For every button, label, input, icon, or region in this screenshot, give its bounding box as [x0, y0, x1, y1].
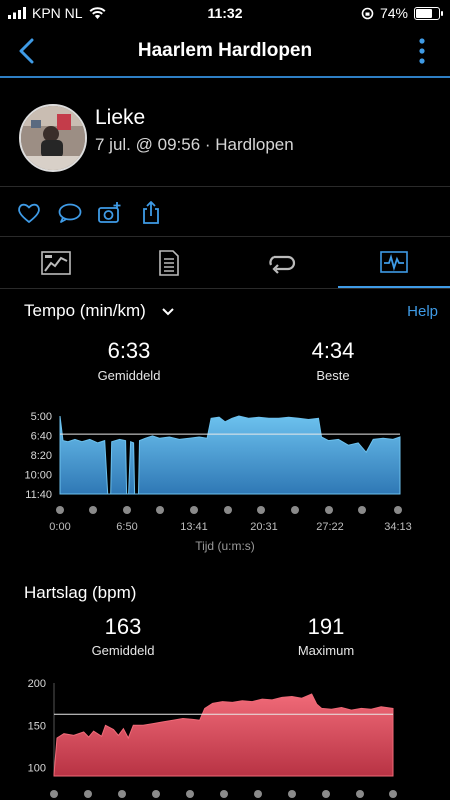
- x-tick-label: 13:41: [180, 521, 208, 533]
- x-axis-title: Tijd (u:m:s): [195, 539, 255, 553]
- tab-charts[interactable]: [337, 238, 450, 288]
- tab-details[interactable]: [113, 238, 226, 288]
- x-tick-dot: [156, 506, 164, 514]
- share-icon[interactable]: [138, 200, 164, 226]
- x-tick-dot: [186, 790, 194, 798]
- series-area: [53, 693, 394, 777]
- x-tick-dot: [322, 790, 330, 798]
- pace-title: Tempo (min/km): [24, 301, 146, 320]
- x-tick-dot: [84, 790, 92, 798]
- x-tick-dot: [288, 790, 296, 798]
- activity-header: Lieke 7 jul. @ 09:56 · Hardlopen: [0, 90, 450, 187]
- chart-icon: [379, 251, 408, 273]
- tab-laps[interactable]: [225, 238, 338, 288]
- more-options-button[interactable]: [418, 38, 426, 64]
- comment-icon[interactable]: [57, 200, 83, 226]
- y-tick-label: 100: [28, 763, 46, 775]
- heart-max-value: 191: [307, 614, 345, 639]
- battery-fill: [416, 8, 432, 18]
- action-bar: [0, 188, 450, 237]
- x-tick-dot: [358, 506, 366, 514]
- x-tick-dot: [56, 506, 64, 514]
- avatar[interactable]: [19, 104, 87, 172]
- status-bar: KPN NL 11:32 74%: [0, 0, 450, 26]
- y-tick-label: 6:40: [31, 431, 52, 443]
- y-tick-label: 8:20: [31, 450, 52, 462]
- y-tick-label: 200: [28, 678, 46, 690]
- x-tick-dot: [123, 506, 131, 514]
- x-tick-dot: [50, 790, 58, 798]
- x-tick-dot: [356, 790, 364, 798]
- heart-average-value: 163: [104, 614, 142, 639]
- battery-icon: [414, 6, 443, 20]
- heart-title: Hartslag (bpm): [24, 583, 137, 602]
- pace-average-label: Gemiddeld: [97, 368, 161, 383]
- x-tick-dot: [152, 790, 160, 798]
- athlete-name[interactable]: Lieke: [95, 106, 145, 130]
- pace-chart[interactable]: 5:00 6:40 8:20 10:00 11:40 0:00 6:50 13:41 20:31…: [0, 400, 450, 560]
- help-link[interactable]: Help: [407, 303, 438, 320]
- heart-average-label: Gemiddeld: [91, 643, 155, 658]
- x-tick-dot: [325, 506, 333, 514]
- heart-chart[interactable]: 200 150 100: [0, 670, 450, 800]
- x-tick-dot: [89, 506, 97, 514]
- avatar-photo: [21, 106, 85, 170]
- map-summary-icon: [41, 251, 72, 275]
- x-tick-label: 0:00: [49, 521, 70, 533]
- nav-bar: Haarlem Hardlopen: [0, 26, 450, 78]
- x-tick-dot: [224, 506, 232, 514]
- x-tick-dot: [190, 506, 198, 514]
- laps-icon: [269, 255, 296, 274]
- x-tick-dot: [257, 506, 265, 514]
- tab-map-summary[interactable]: [0, 238, 113, 288]
- status-right: 74%: [361, 5, 443, 21]
- pace-average-value: 6:33: [107, 338, 151, 363]
- pace-selector[interactable]: Tempo (min/km): [24, 301, 175, 321]
- x-tick-label: 20:31: [250, 521, 278, 533]
- x-tick-dot: [220, 790, 228, 798]
- pace-best-value: 4:34: [311, 338, 355, 363]
- chevron-down-icon: [161, 307, 174, 315]
- y-tick-label: 150: [28, 720, 46, 732]
- page-title: Haarlem Hardlopen: [137, 40, 313, 61]
- heart-icon[interactable]: [16, 200, 42, 226]
- x-tick-label: 27:22: [316, 521, 344, 533]
- x-tick-dot: [118, 790, 126, 798]
- x-tick-dot: [291, 506, 299, 514]
- heart-max-label: Maximum: [297, 643, 355, 658]
- details-list-icon: [158, 250, 179, 276]
- x-tick-label: 6:50: [116, 521, 137, 533]
- y-tick-label: 10:00: [24, 470, 52, 482]
- tab-bar: [0, 238, 450, 289]
- camera-add-icon[interactable]: [97, 200, 123, 226]
- y-tick-label: 11:40: [25, 489, 52, 501]
- y-tick-label: 5:00: [31, 411, 52, 423]
- series-area: [59, 415, 401, 495]
- x-tick-dot: [394, 506, 402, 514]
- x-tick-dot: [254, 790, 262, 798]
- activity-subtitle: 7 jul. @ 09:56 · Hardlopen: [95, 135, 294, 154]
- x-tick-label: 34:13: [384, 521, 412, 533]
- pace-best-label: Beste: [316, 368, 350, 383]
- battery-percent: 74%: [379, 5, 408, 21]
- orientation-lock-icon: [361, 7, 374, 19]
- x-tick-dot: [389, 790, 397, 798]
